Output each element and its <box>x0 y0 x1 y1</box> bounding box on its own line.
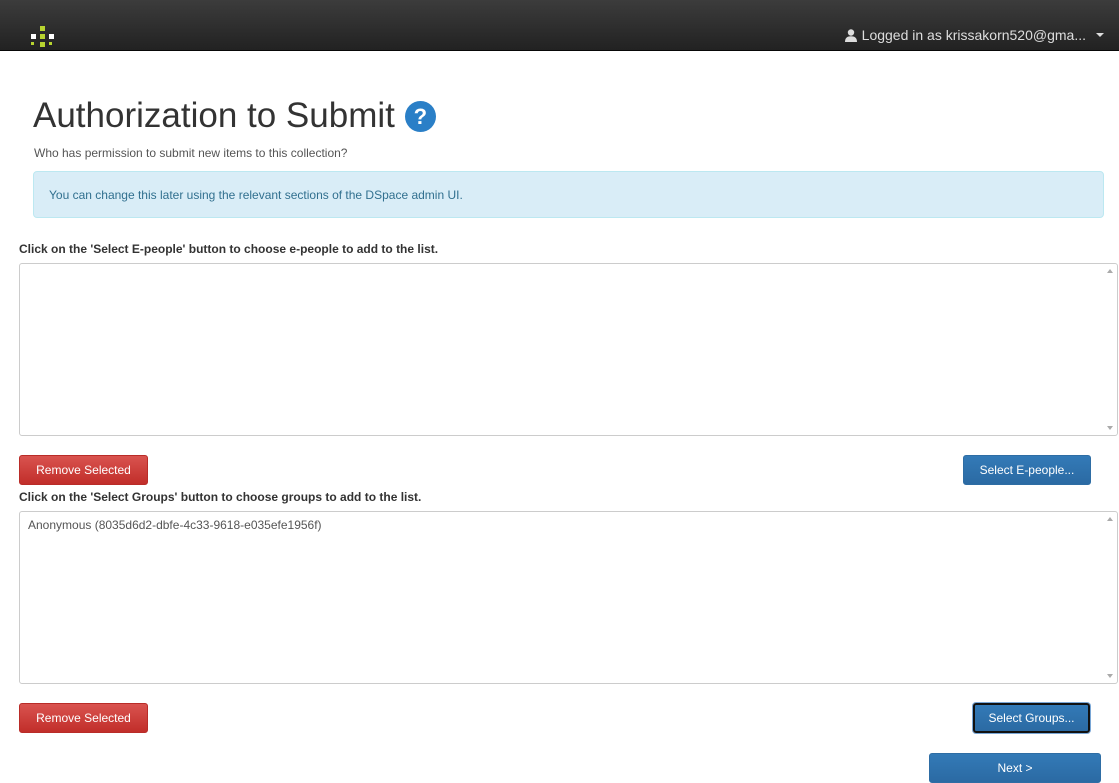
remove-selected-group-button[interactable]: Remove Selected <box>19 703 148 733</box>
list-item[interactable]: Anonymous (8035d6d2-dbfe-4c33-9618-e035e… <box>28 518 1109 532</box>
page-subtitle: Who has permission to submit new items t… <box>34 146 348 160</box>
page-title: Authorization to Submit ? <box>33 96 436 136</box>
group-list-items: Anonymous (8035d6d2-dbfe-4c33-9618-e035e… <box>20 512 1117 538</box>
scroll-down-icon[interactable] <box>1107 426 1113 430</box>
user-menu-dropdown[interactable]: Logged in as krissakorn520@gma... <box>844 27 1104 43</box>
select-groups-button[interactable]: Select Groups... <box>973 703 1090 733</box>
scroll-down-icon[interactable] <box>1107 674 1113 678</box>
eperson-list-items <box>20 264 1117 276</box>
eperson-listbox[interactable] <box>19 263 1118 436</box>
group-scrollbar[interactable] <box>1103 512 1117 683</box>
info-alert: You can change this later using the rele… <box>33 171 1104 218</box>
caret-down-icon <box>1096 33 1104 37</box>
scroll-up-icon[interactable] <box>1107 269 1113 273</box>
info-alert-text: You can change this later using the rele… <box>49 187 463 202</box>
help-icon[interactable]: ? <box>404 100 436 132</box>
page-title-text: Authorization to Submit <box>33 96 395 135</box>
select-epeople-button[interactable]: Select E-people... <box>963 455 1091 485</box>
user-label: Logged in as krissakorn520@gma... <box>861 27 1086 43</box>
remove-selected-eperson-button[interactable]: Remove Selected <box>19 455 148 485</box>
dspace-logo-icon[interactable] <box>31 26 55 48</box>
group-listbox[interactable]: Anonymous (8035d6d2-dbfe-4c33-9618-e035e… <box>19 511 1118 684</box>
top-navbar: Logged in as krissakorn520@gma... <box>0 0 1119 51</box>
user-icon <box>844 28 857 42</box>
eperson-scrollbar[interactable] <box>1103 264 1117 435</box>
scroll-up-icon[interactable] <box>1107 517 1113 521</box>
eperson-instruction: Click on the 'Select E-people' button to… <box>19 242 439 256</box>
group-instruction: Click on the 'Select Groups' button to c… <box>19 490 422 504</box>
